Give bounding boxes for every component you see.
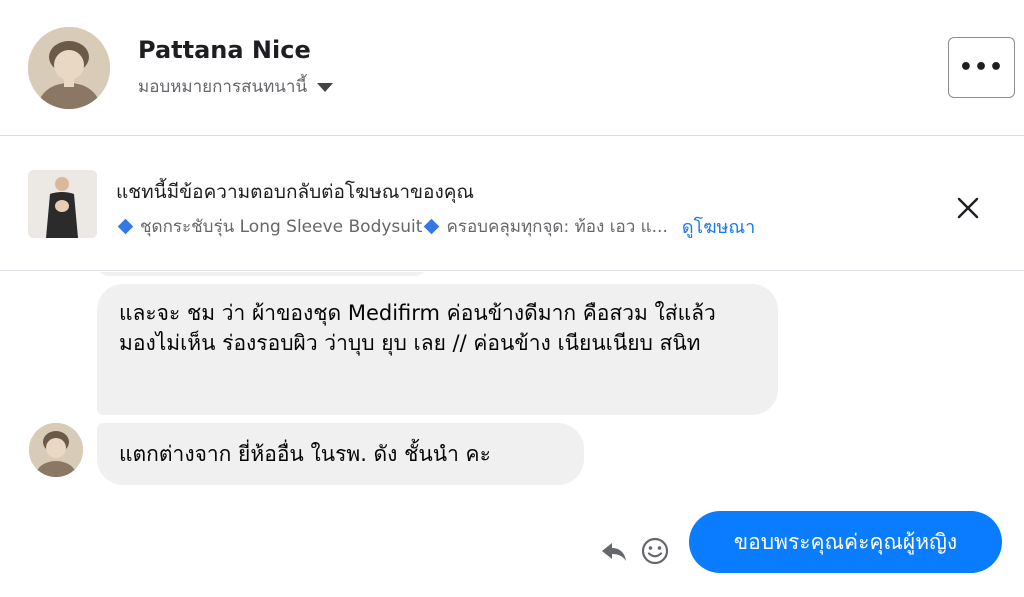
ellipsis-icon: ••• <box>958 55 1005 80</box>
sender-avatar[interactable] <box>29 423 83 477</box>
close-icon <box>957 197 979 219</box>
see-ad-link[interactable]: ดูโฆษณา <box>682 212 755 241</box>
contact-avatar[interactable] <box>28 27 110 109</box>
assign-conversation-dropdown[interactable]: มอบหมายการสนทนานี้ <box>138 73 334 100</box>
message-text: แตกต่างจาก ยี่ห้ออื่น ในรพ. ดัง ชั้นนำ ค… <box>119 442 491 466</box>
previous-message-bubble <box>97 272 427 276</box>
message-text: และจะ ชม ว่า ผ้าของชุด Medifirm ค่อนข้าง… <box>119 301 716 355</box>
blue-diamond-icon <box>117 218 134 235</box>
avatar-photo <box>28 27 110 109</box>
ad-details-line: ชุดกระชับรุ่น Long Sleeve Bodysuit ครอบค… <box>116 212 755 241</box>
message-text: ขอบพระคุณค่ะคุณผู้หญิง <box>733 529 958 554</box>
blue-diamond-icon <box>424 218 440 235</box>
caret-down-icon <box>317 83 334 92</box>
outgoing-message[interactable]: ขอบพระคุณค่ะคุณผู้หญิง <box>689 511 1002 573</box>
more-options-button[interactable]: ••• <box>948 37 1015 98</box>
ad-item-2: ครอบคลุมทุกจุด: ท้อง เอว แ... <box>446 217 668 237</box>
ad-thumbnail-image <box>28 170 97 238</box>
close-banner-button[interactable] <box>951 191 985 225</box>
incoming-message[interactable]: แตกต่างจาก ยี่ห้ออื่น ในรพ. ดัง ชั้นนำ ค… <box>97 423 584 485</box>
banner-title: แชทนี้มีข้อความตอบกลับต่อโฆษณาของคุณ <box>116 181 475 203</box>
reply-icon[interactable] <box>599 537 629 567</box>
conversation-header: Pattana Nice มอบหมายการสนทนานี้ ••• <box>0 0 1024 136</box>
smiley-icon[interactable] <box>640 536 670 566</box>
ad-item-1: ชุดกระชับรุ่น Long Sleeve Bodysuit <box>140 217 423 237</box>
incoming-message[interactable]: และจะ ชม ว่า ผ้าของชุด Medifirm ค่อนข้าง… <box>97 284 778 415</box>
ad-reply-banner: แชทนี้มีข้อความตอบกลับต่อโฆษณาของคุณ ชุด… <box>0 137 1024 271</box>
message-thread[interactable]: และจะ ชม ว่า ผ้าของชุด Medifirm ค่อนข้าง… <box>0 272 1024 597</box>
assign-conversation-label: มอบหมายการสนทนานี้ <box>138 77 308 97</box>
avatar-photo <box>29 423 83 477</box>
ad-thumbnail[interactable] <box>28 170 97 238</box>
contact-name[interactable]: Pattana Nice <box>138 36 311 64</box>
